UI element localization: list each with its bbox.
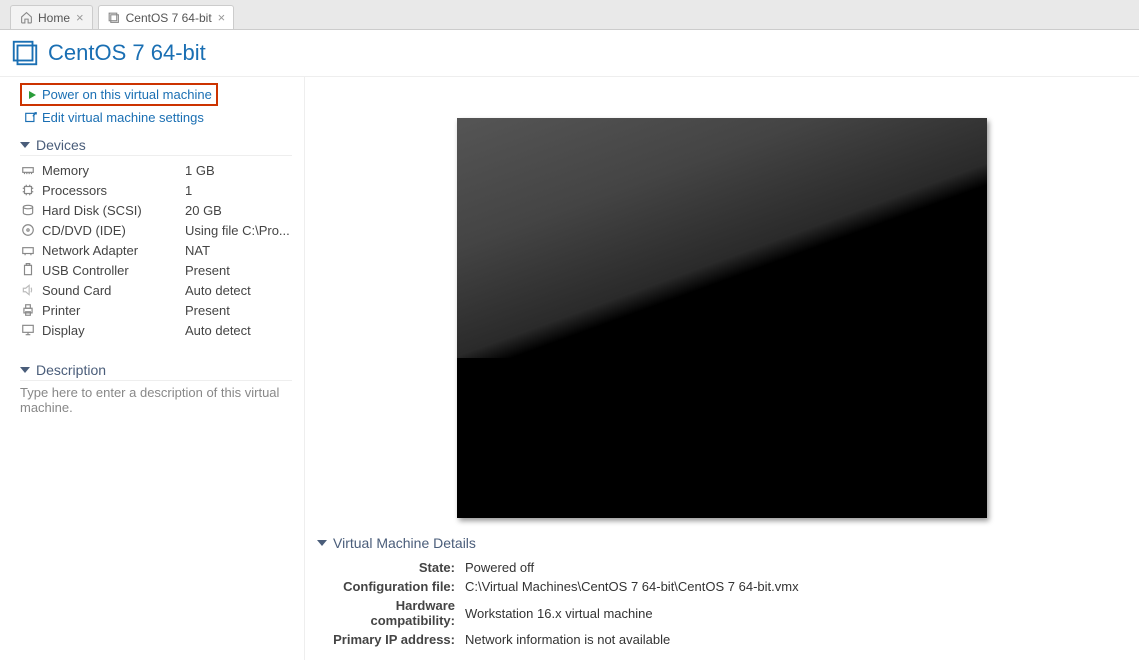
device-row[interactable]: PrinterPresent: [20, 300, 292, 320]
edit-settings-link[interactable]: Edit virtual machine settings: [42, 110, 204, 125]
description-section-header[interactable]: Description: [20, 362, 292, 381]
usb-icon: [20, 262, 36, 278]
detail-value: C:\Virtual Machines\CentOS 7 64-bit\Cent…: [461, 578, 803, 595]
device-row[interactable]: Processors1: [20, 180, 292, 200]
hdd-icon: [20, 202, 36, 218]
details-section-header[interactable]: Virtual Machine Details: [317, 535, 1129, 553]
detail-value: Powered off: [461, 559, 803, 576]
chevron-down-icon: [20, 142, 30, 148]
home-icon: [19, 11, 33, 25]
detail-value: Network information is not available: [461, 631, 803, 648]
vm-details: Virtual Machine Details State:Powered of…: [305, 519, 1139, 660]
tab-bar: Home × CentOS 7 64-bit ×: [0, 0, 1139, 30]
detail-label: Primary IP address:: [319, 631, 459, 648]
tab-vm-label: CentOS 7 64-bit: [126, 11, 212, 25]
close-icon[interactable]: ×: [76, 10, 84, 25]
preview-area: [305, 77, 1139, 519]
device-row[interactable]: Hard Disk (SCSI)20 GB: [20, 200, 292, 220]
devices-section-label: Devices: [36, 137, 86, 153]
devices-section-header[interactable]: Devices: [20, 137, 292, 156]
device-row[interactable]: Network AdapterNAT: [20, 240, 292, 260]
network-icon: [20, 242, 36, 258]
devices-table: Memory1 GB Processors1 Hard Disk (SCSI)2…: [20, 160, 292, 340]
printer-icon: [20, 302, 36, 318]
chevron-down-icon: [317, 540, 327, 546]
device-row[interactable]: USB ControllerPresent: [20, 260, 292, 280]
detail-label: Configuration file:: [319, 578, 459, 595]
vm-icon: [10, 38, 40, 68]
device-row[interactable]: Memory1 GB: [20, 160, 292, 180]
tab-home[interactable]: Home ×: [10, 5, 93, 29]
details-section-label: Virtual Machine Details: [333, 535, 476, 551]
description-placeholder[interactable]: Type here to enter a description of this…: [20, 385, 292, 415]
play-icon: [26, 89, 38, 101]
page-title: CentOS 7 64-bit: [48, 40, 206, 66]
device-row[interactable]: Sound CardAuto detect: [20, 280, 292, 300]
cd-icon: [20, 222, 36, 238]
side-panel: Power on this virtual machine Edit virtu…: [0, 77, 305, 660]
detail-label: Hardware compatibility:: [319, 597, 459, 629]
edit-icon: [24, 111, 38, 125]
vm-icon: [107, 11, 121, 25]
sound-icon: [20, 282, 36, 298]
tab-home-label: Home: [38, 11, 70, 25]
detail-label: State:: [319, 559, 459, 576]
power-on-link[interactable]: Power on this virtual machine: [42, 87, 212, 102]
display-icon: [20, 322, 36, 338]
device-row[interactable]: CD/DVD (IDE)Using file C:\Pro...: [20, 220, 292, 240]
vm-title-bar: CentOS 7 64-bit: [0, 30, 1139, 77]
power-on-highlight: Power on this virtual machine: [20, 83, 218, 106]
device-row[interactable]: DisplayAuto detect: [20, 320, 292, 340]
memory-icon: [20, 162, 36, 178]
vm-screen-preview[interactable]: [457, 118, 987, 518]
cpu-icon: [20, 182, 36, 198]
tab-vm[interactable]: CentOS 7 64-bit ×: [98, 5, 235, 29]
chevron-down-icon: [20, 367, 30, 373]
description-section-label: Description: [36, 362, 106, 378]
close-icon[interactable]: ×: [218, 10, 226, 25]
detail-value: Workstation 16.x virtual machine: [461, 597, 803, 629]
